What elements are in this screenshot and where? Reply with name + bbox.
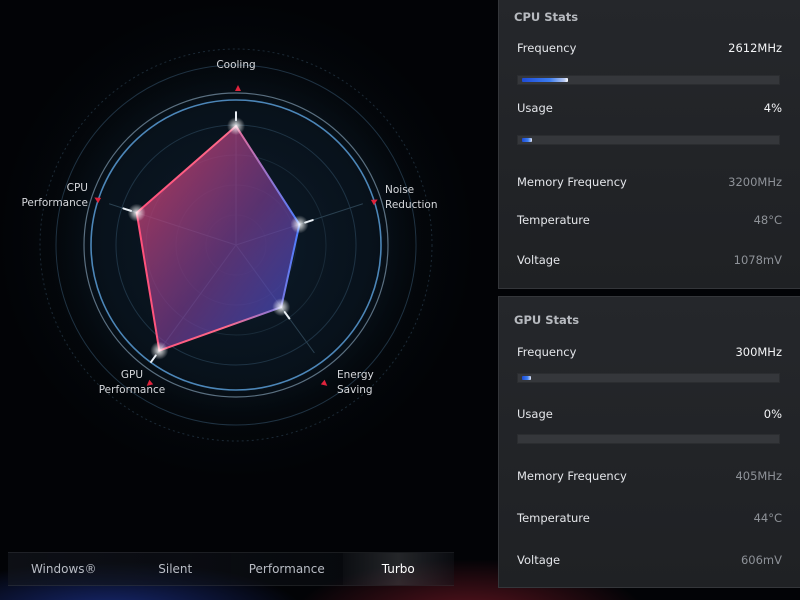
- gpu-voltage-label: Voltage: [517, 553, 561, 567]
- armoury-crate-performance-screen: Cooling Noise Reduction Energy Saving GP…: [0, 0, 800, 600]
- cpu-stats-title: CPU Stats: [514, 10, 579, 24]
- cpu-usage-label: Usage: [517, 101, 553, 115]
- radar-point-energy-saving: [272, 298, 291, 317]
- cpu-frequency-label: Frequency: [517, 41, 577, 55]
- gpu-frequency-bar: [517, 373, 780, 383]
- cpu-usage-row: Usage 4%: [517, 101, 782, 119]
- mode-tab-turbo[interactable]: Turbo: [342, 553, 454, 585]
- cpu-frequency-bar: [517, 75, 780, 85]
- gpu-usage-row: Usage 0%: [517, 407, 782, 425]
- cpu-voltage-row: Voltage 1078mV: [517, 253, 782, 271]
- gpu-frequency-value: 300MHz: [735, 345, 782, 359]
- axis-label-energy-saving: Energy Saving: [337, 369, 374, 396]
- radar-point-noise-reduction: [290, 215, 309, 234]
- gpu-frequency-bar-fill: [522, 376, 531, 380]
- gpu-usage-bar: [517, 434, 780, 444]
- gpu-frequency-row: Frequency 300MHz: [517, 345, 782, 363]
- cpu-temperature-row: Temperature 48°C: [517, 213, 782, 231]
- gpu-temperature-value: 44°C: [753, 511, 782, 525]
- axis-label-cpu-performance: CPU Performance: [21, 182, 88, 209]
- gpu-stats-panel: GPU Stats Frequency 300MHz Usage 0% Memo…: [498, 296, 800, 588]
- cooling-indicator: [235, 85, 241, 91]
- cpu-temperature-label: Temperature: [517, 213, 590, 227]
- cpu-temperature-value: 48°C: [753, 213, 782, 227]
- cpu-stats-panel: CPU Stats Frequency 2612MHz Usage 4% Mem…: [498, 0, 800, 289]
- gpu-memory-frequency-row: Memory Frequency 405MHz: [517, 469, 782, 487]
- axis-label-gpu-performance: GPU Performance: [98, 369, 166, 396]
- cpu-memory-frequency-row: Memory Frequency 3200MHz: [517, 175, 782, 193]
- radar-point-gpu-performance: [150, 341, 169, 360]
- mode-tab-silent[interactable]: Silent: [120, 553, 232, 585]
- gpu-stats-title: GPU Stats: [514, 313, 580, 327]
- axis-label-noise-reduction: Noise Reduction: [385, 184, 438, 211]
- mode-tab-windows[interactable]: Windows®: [8, 553, 120, 585]
- cpu-voltage-label: Voltage: [517, 253, 561, 267]
- gpu-temperature-row: Temperature 44°C: [517, 511, 782, 529]
- radar-point-cpu-performance: [127, 203, 146, 222]
- cpu-usage-bar-fill: [522, 138, 532, 142]
- gpu-memory-frequency-value: 405MHz: [735, 469, 782, 483]
- cpu-voltage-value: 1078mV: [733, 253, 782, 267]
- mode-tab-performance[interactable]: Performance: [231, 553, 343, 585]
- gpu-voltage-value: 606mV: [740, 553, 782, 567]
- gpu-memory-frequency-label: Memory Frequency: [517, 469, 627, 483]
- cpu-memory-frequency-label: Memory Frequency: [517, 175, 627, 189]
- gpu-usage-label: Usage: [517, 407, 553, 421]
- gpu-usage-value: 0%: [763, 407, 782, 421]
- operating-mode-tabs: Windows® Silent Performance Turbo: [8, 552, 454, 586]
- gpu-frequency-label: Frequency: [517, 345, 577, 359]
- cpu-memory-frequency-value: 3200MHz: [728, 175, 782, 189]
- cpu-usage-value: 4%: [763, 101, 782, 115]
- gpu-voltage-row: Voltage 606mV: [517, 553, 782, 571]
- performance-radar-chart: [36, 45, 436, 445]
- axis-label-cooling: Cooling: [216, 59, 256, 71]
- cpu-frequency-value: 2612MHz: [728, 41, 782, 55]
- cpu-usage-bar: [517, 135, 780, 145]
- cpu-frequency-bar-fill: [522, 78, 568, 82]
- cpu-frequency-row: Frequency 2612MHz: [517, 41, 782, 59]
- gpu-temperature-label: Temperature: [517, 511, 590, 525]
